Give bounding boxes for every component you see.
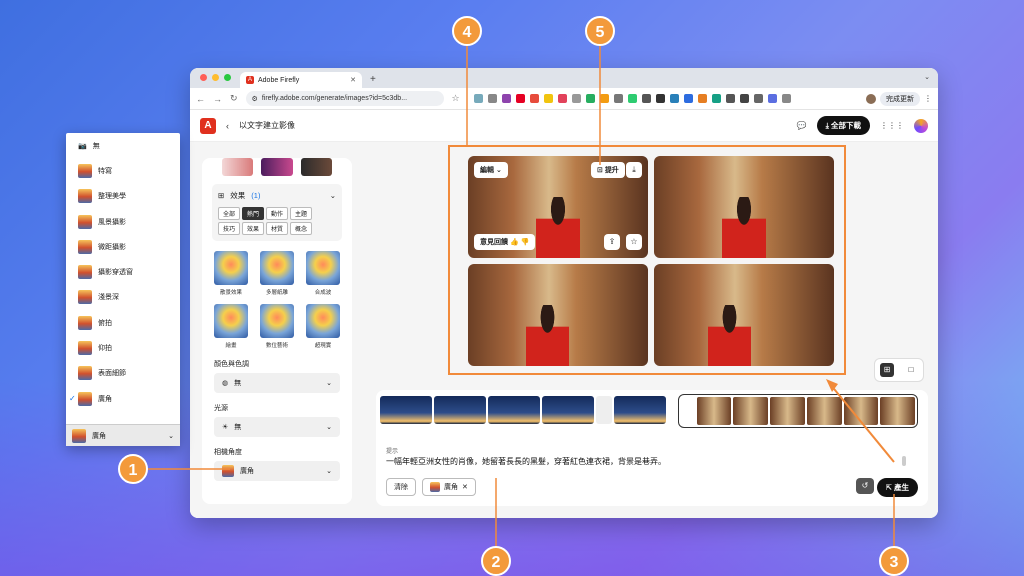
callout-3: 3 — [879, 546, 909, 576]
callout-4: 4 — [452, 16, 482, 46]
callout-arrow — [829, 383, 895, 463]
callout-1: 1 — [118, 454, 148, 484]
callout-2: 2 — [481, 546, 511, 576]
callout-lines — [148, 46, 895, 548]
callout-5: 5 — [585, 16, 615, 46]
